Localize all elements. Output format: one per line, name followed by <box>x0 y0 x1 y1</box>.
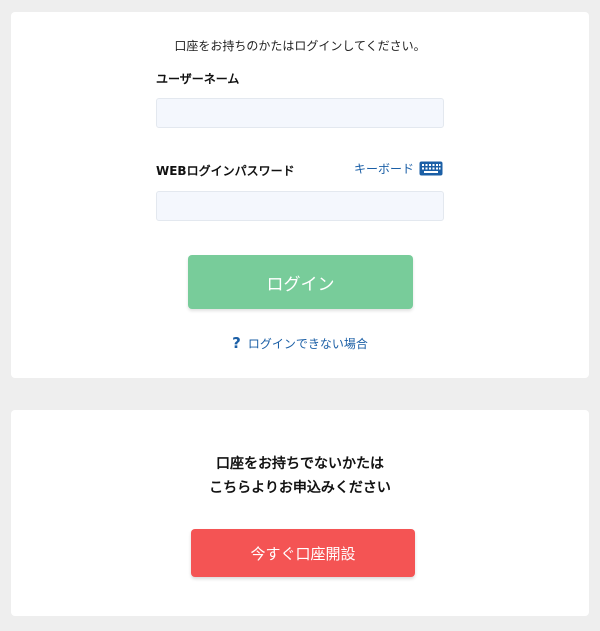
open-account-button[interactable]: 今すぐ口座開設 <box>191 529 415 577</box>
question-icon: ? <box>232 334 241 352</box>
username-label: ユーザーネーム <box>156 72 240 86</box>
signup-message: 口座をお持ちでないかたは こちらよりお申込みください <box>11 452 589 500</box>
login-button[interactable]: ログイン <box>188 255 413 309</box>
login-intro-text: 口座をお持ちのかたはログインしてください。 <box>174 39 426 53</box>
login-help-label: ログインできない場合 <box>247 337 368 351</box>
keyboard-button[interactable]: キーボード <box>354 160 443 177</box>
login-card: 口座をお持ちのかたはログインしてください。 ユーザーネーム WEBログインパスワ… <box>11 12 589 378</box>
signup-message-line2: こちらよりお申込みください <box>209 480 391 496</box>
keyboard-label: キーボード <box>353 162 414 176</box>
signup-message-line1: 口座をお持ちでないかたは <box>216 456 384 472</box>
password-input[interactable] <box>156 191 444 221</box>
password-label: WEBログインパスワード <box>156 164 295 178</box>
username-input[interactable] <box>156 98 444 128</box>
signup-card: 口座をお持ちでないかたは こちらよりお申込みください 今すぐ口座開設 <box>11 410 589 616</box>
keyboard-icon <box>419 161 443 176</box>
login-help-link[interactable]: ? ログインできない場合 <box>11 334 589 352</box>
